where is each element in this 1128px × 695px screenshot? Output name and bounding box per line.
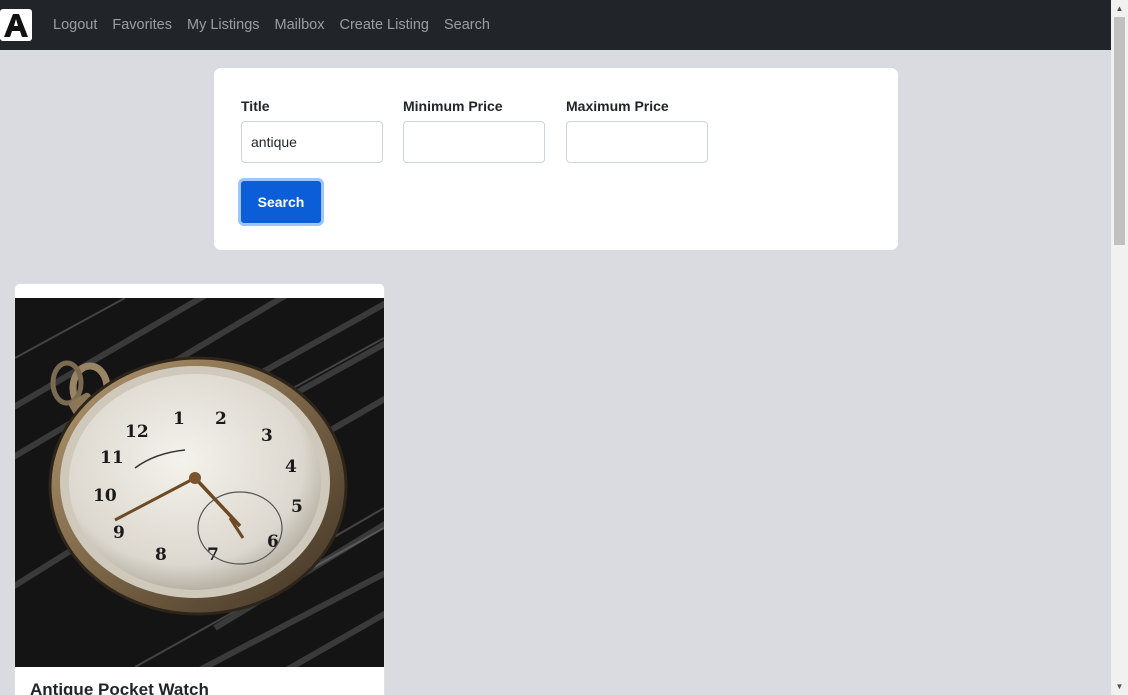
nav-logout[interactable]: Logout	[53, 17, 97, 33]
max-price-field: Maximum Price	[566, 98, 708, 163]
svg-text:9: 9	[113, 523, 125, 543]
nav-my-listings[interactable]: My Listings	[187, 17, 260, 33]
scrollbar-thumb[interactable]	[1114, 17, 1125, 245]
min-price-input[interactable]	[403, 121, 545, 163]
pocket-watch-photo-icon: 1 2 3 4 5 6 7 8 9 10 11 12	[15, 298, 384, 667]
svg-text:3: 3	[261, 426, 273, 446]
svg-text:8: 8	[155, 545, 167, 565]
title-field: Title	[241, 98, 383, 163]
svg-text:2: 2	[215, 409, 227, 429]
page-scrollbar[interactable]: ▲ ▼	[1111, 0, 1128, 695]
max-price-input[interactable]	[566, 121, 708, 163]
nav-mailbox[interactable]: Mailbox	[275, 17, 325, 33]
svg-text:11: 11	[100, 448, 124, 468]
title-label: Title	[241, 98, 270, 114]
top-navbar: Logout Favorites My Listings Mailbox Cre…	[0, 0, 1111, 50]
svg-text:5: 5	[291, 497, 303, 517]
svg-text:1: 1	[173, 409, 185, 429]
listing-title[interactable]: Antique Pocket Watch	[30, 680, 209, 695]
title-input[interactable]	[241, 121, 383, 163]
app-logo[interactable]	[0, 9, 32, 41]
scroll-down-arrow-icon[interactable]: ▼	[1111, 678, 1128, 695]
listing-image[interactable]: 1 2 3 4 5 6 7 8 9 10 11 12	[15, 298, 384, 667]
search-button[interactable]: Search	[238, 178, 324, 226]
svg-text:10: 10	[93, 486, 117, 506]
svg-text:12: 12	[125, 422, 149, 442]
max-price-label: Maximum Price	[566, 98, 669, 114]
scroll-up-arrow-icon[interactable]: ▲	[1111, 0, 1128, 17]
svg-text:6: 6	[267, 532, 279, 552]
listing-card[interactable]: 1 2 3 4 5 6 7 8 9 10 11 12 Antique Pocke…	[14, 283, 385, 695]
nav-create-listing[interactable]: Create Listing	[340, 17, 429, 33]
svg-text:4: 4	[285, 457, 297, 477]
nav-search[interactable]: Search	[444, 17, 490, 33]
min-price-field: Minimum Price	[403, 98, 545, 163]
min-price-label: Minimum Price	[403, 98, 503, 114]
logo-a-icon	[4, 14, 28, 37]
nav-favorites[interactable]: Favorites	[112, 17, 172, 33]
nav-links: Logout Favorites My Listings Mailbox Cre…	[53, 17, 505, 33]
search-panel: Title Minimum Price Maximum Price Search	[214, 68, 898, 250]
